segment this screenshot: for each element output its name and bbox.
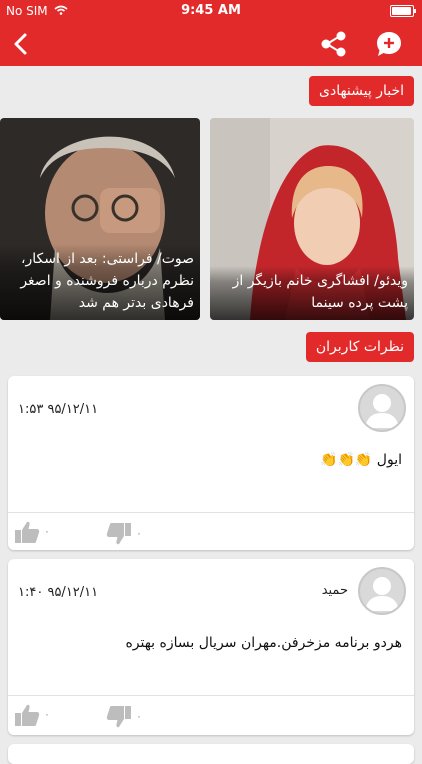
divider: [8, 695, 414, 696]
comment-time: ۹۵/۱۲/۱۱ ۱:۵۳: [18, 402, 99, 417]
add-comment-icon[interactable]: [374, 29, 404, 59]
avatar: [358, 384, 406, 432]
dislike-button[interactable]: ۰: [106, 522, 156, 546]
comment-author: حمید: [321, 583, 348, 598]
thumbs-down-icon: [106, 706, 131, 728]
comment-card: حمید ۹۵/۱۲/۱۱ ۱:۴۰ هردو برنامه مزخرفن.مه…: [8, 559, 414, 735]
battery-icon: [390, 5, 416, 17]
comment-card-partial: [8, 744, 414, 764]
dislike-count: ۰: [136, 527, 142, 540]
chevron-left-icon[interactable]: [8, 30, 36, 58]
share-icon[interactable]: [318, 30, 348, 58]
comment-time: ۹۵/۱۲/۱۱ ۱:۴۰: [18, 585, 99, 600]
news-caption: صوت/ فراستی: بعد از اسکار، نظرم درباره ف…: [0, 244, 200, 320]
dislike-button[interactable]: ۰: [106, 705, 156, 729]
comment-card: ۹۵/۱۲/۱۱ ۱:۵۳ ایول 👏👏👏 ۰ ۰: [8, 376, 414, 550]
thumbs-up-icon: [15, 521, 40, 543]
avatar: [358, 567, 406, 615]
comments-title: نظرات کاربران: [305, 332, 414, 362]
news-card[interactable]: صوت/ فراستی: بعد از اسکار، نظرم درباره ف…: [0, 118, 200, 320]
clock: 9:45 AM: [181, 3, 241, 18]
comment-text: ایول 👏👏👏: [320, 452, 402, 468]
nav-bar: [0, 22, 422, 66]
battery-level: [392, 7, 411, 15]
comment-text: هردو برنامه مزخرفن.مهران سریال بسازه بهت…: [125, 635, 402, 651]
like-button[interactable]: ۰: [14, 520, 64, 544]
thumbs-down-icon: [106, 523, 131, 545]
thumbs-up-icon: [15, 704, 40, 726]
status-bar: No SIM 9:45 AM: [0, 0, 422, 22]
like-count: ۰: [44, 708, 50, 721]
dislike-count: ۰: [136, 710, 142, 723]
news-caption: ویدئو/ افشاگری خانم بازیگر از پشت پرده س…: [210, 266, 414, 320]
user-icon: [365, 577, 399, 611]
like-count: ۰: [44, 525, 50, 538]
user-icon: [365, 394, 399, 428]
news-card[interactable]: ویدئو/ افشاگری خانم بازیگر از پشت پرده س…: [210, 118, 414, 320]
divider: [8, 512, 414, 513]
suggested-news-title: اخبار پیشنهادی: [309, 76, 414, 106]
like-button[interactable]: ۰: [14, 703, 64, 727]
